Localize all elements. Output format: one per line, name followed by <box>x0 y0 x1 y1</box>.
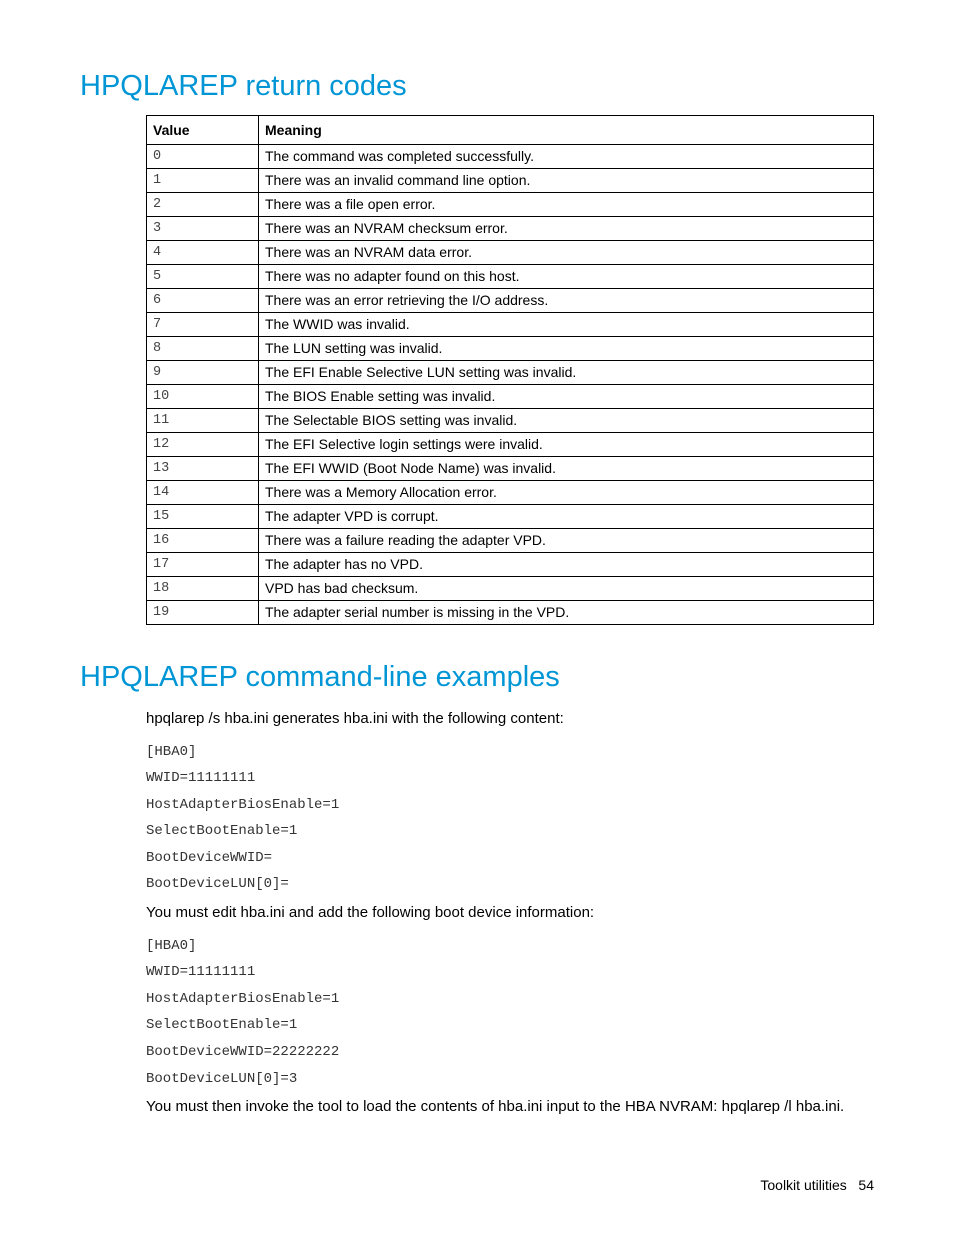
section-heading-examples: HPQLAREP command-line examples <box>80 661 874 694</box>
cell-value: 15 <box>147 505 259 529</box>
cell-value: 2 <box>147 193 259 217</box>
section-heading-return-codes: HPQLAREP return codes <box>80 70 874 103</box>
cell-value: 14 <box>147 481 259 505</box>
table-row: 10The BIOS Enable setting was invalid. <box>147 385 874 409</box>
table-row: 0The command was completed successfully. <box>147 145 874 169</box>
table-row: 2There was a file open error. <box>147 193 874 217</box>
code-line: WWID=11111111 <box>146 765 874 792</box>
table-row: 16There was a failure reading the adapte… <box>147 529 874 553</box>
example-outro: You must then invoke the tool to load th… <box>146 1096 874 1119</box>
table-row: 18VPD has bad checksum. <box>147 577 874 601</box>
examples-content: hpqlarep /s hba.ini generates hba.ini wi… <box>146 708 874 1119</box>
cell-value: 9 <box>147 361 259 385</box>
col-header-value: Value <box>147 116 259 145</box>
table-row: 3There was an NVRAM checksum error. <box>147 217 874 241</box>
cell-value: 3 <box>147 217 259 241</box>
cell-meaning: The EFI Enable Selective LUN setting was… <box>259 361 874 385</box>
table-row: 5There was no adapter found on this host… <box>147 265 874 289</box>
code-line: [HBA0] <box>146 739 874 766</box>
cell-meaning: The LUN setting was invalid. <box>259 337 874 361</box>
table-row: 11The Selectable BIOS setting was invali… <box>147 409 874 433</box>
cell-meaning: There was an invalid command line option… <box>259 169 874 193</box>
code-line: BootDeviceLUN[0]= <box>146 871 874 898</box>
cell-value: 1 <box>147 169 259 193</box>
code-line: HostAdapterBiosEnable=1 <box>146 986 874 1013</box>
table-row: 12The EFI Selective login settings were … <box>147 433 874 457</box>
cell-meaning: The adapter serial number is missing in … <box>259 601 874 625</box>
cell-value: 12 <box>147 433 259 457</box>
table-row: 19The adapter serial number is missing i… <box>147 601 874 625</box>
cell-meaning: There was a Memory Allocation error. <box>259 481 874 505</box>
cell-meaning: There was a failure reading the adapter … <box>259 529 874 553</box>
cell-meaning: The WWID was invalid. <box>259 313 874 337</box>
code-line: SelectBootEnable=1 <box>146 818 874 845</box>
cell-value: 6 <box>147 289 259 313</box>
cell-meaning: The EFI WWID (Boot Node Name) was invali… <box>259 457 874 481</box>
cell-value: 11 <box>147 409 259 433</box>
cell-meaning: There was an error retrieving the I/O ad… <box>259 289 874 313</box>
cell-meaning: The adapter has no VPD. <box>259 553 874 577</box>
code-line: SelectBootEnable=1 <box>146 1012 874 1039</box>
table-row: 14There was a Memory Allocation error. <box>147 481 874 505</box>
code-line: BootDeviceWWID=22222222 <box>146 1039 874 1066</box>
cell-value: 17 <box>147 553 259 577</box>
footer-label: Toolkit utilities <box>760 1177 846 1193</box>
return-codes-table: Value Meaning 0The command was completed… <box>146 115 874 625</box>
cell-meaning: There was an NVRAM checksum error. <box>259 217 874 241</box>
cell-value: 5 <box>147 265 259 289</box>
page-footer: Toolkit utilities 54 <box>760 1177 874 1193</box>
table-row: 6There was an error retrieving the I/O a… <box>147 289 874 313</box>
cell-value: 7 <box>147 313 259 337</box>
code-line: HostAdapterBiosEnable=1 <box>146 792 874 819</box>
table-row: 7The WWID was invalid. <box>147 313 874 337</box>
cell-value: 4 <box>147 241 259 265</box>
cell-value: 10 <box>147 385 259 409</box>
code-line: WWID=11111111 <box>146 959 874 986</box>
cell-value: 16 <box>147 529 259 553</box>
example-intro-2: You must edit hba.ini and add the follow… <box>146 902 874 925</box>
table-row: 13The EFI WWID (Boot Node Name) was inva… <box>147 457 874 481</box>
table-row: 4There was an NVRAM data error. <box>147 241 874 265</box>
code-line: BootDeviceWWID= <box>146 845 874 872</box>
cell-value: 18 <box>147 577 259 601</box>
col-header-meaning: Meaning <box>259 116 874 145</box>
cell-value: 13 <box>147 457 259 481</box>
cell-meaning: The adapter VPD is corrupt. <box>259 505 874 529</box>
table-row: 1There was an invalid command line optio… <box>147 169 874 193</box>
table-row: 8The LUN setting was invalid. <box>147 337 874 361</box>
footer-page-number: 54 <box>858 1177 874 1193</box>
code-line: [HBA0] <box>146 933 874 960</box>
cell-value: 8 <box>147 337 259 361</box>
cell-meaning: There was no adapter found on this host. <box>259 265 874 289</box>
table-header-row: Value Meaning <box>147 116 874 145</box>
cell-meaning: The command was completed successfully. <box>259 145 874 169</box>
example-intro-1: hpqlarep /s hba.ini generates hba.ini wi… <box>146 708 874 731</box>
table-row: 17The adapter has no VPD. <box>147 553 874 577</box>
table-row: 9The EFI Enable Selective LUN setting wa… <box>147 361 874 385</box>
code-line: BootDeviceLUN[0]=3 <box>146 1066 874 1093</box>
cell-meaning: The BIOS Enable setting was invalid. <box>259 385 874 409</box>
cell-meaning: There was an NVRAM data error. <box>259 241 874 265</box>
cell-meaning: The Selectable BIOS setting was invalid. <box>259 409 874 433</box>
cell-meaning: The EFI Selective login settings were in… <box>259 433 874 457</box>
cell-meaning: VPD has bad checksum. <box>259 577 874 601</box>
table-row: 15The adapter VPD is corrupt. <box>147 505 874 529</box>
cell-value: 19 <box>147 601 259 625</box>
cell-value: 0 <box>147 145 259 169</box>
cell-meaning: There was a file open error. <box>259 193 874 217</box>
